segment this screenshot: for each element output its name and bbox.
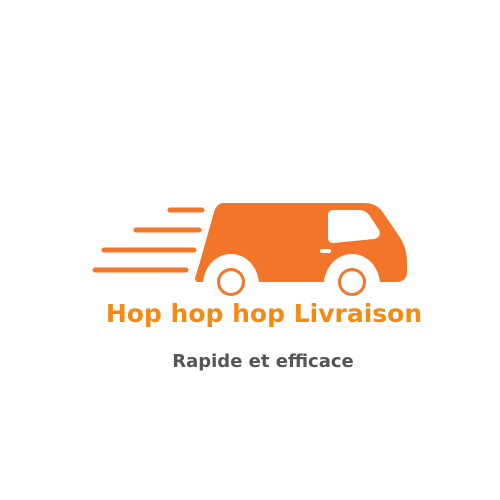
brand-name: Hop hop hop Livraison — [105, 299, 423, 328]
delivery-van-icon — [92, 203, 407, 303]
tagline: Rapide et efficace — [172, 351, 354, 372]
speed-lines — [92, 207, 205, 273]
door-handle — [320, 249, 331, 253]
logo-canvas: Hop hop hop Livraison Rapide et efficace — [0, 0, 500, 500]
